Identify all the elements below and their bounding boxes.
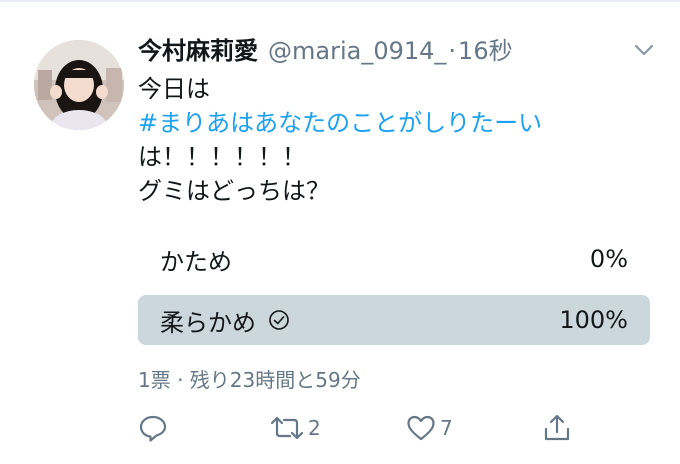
like-button[interactable]: 7 (406, 410, 453, 446)
tweet-text: 今日は #まりあはあなたのことがしりたーい は！！！！！！ グミはどっちは？ (138, 72, 542, 208)
reply-button[interactable] (138, 410, 172, 446)
poll-option-label: かため (160, 242, 232, 277)
like-count: 7 (440, 416, 453, 440)
poll-option-1[interactable]: かため 0% (138, 234, 650, 284)
heart-icon (407, 415, 435, 441)
poll-option-label: 柔らかめ (160, 303, 290, 338)
poll-option-percent: 100% (559, 306, 628, 334)
caret-down-icon (634, 44, 654, 56)
retweet-icon (270, 416, 304, 440)
tweet-card: 今村麻莉愛 @maria_0914_ · 16秒 今日は #まりあはあなたのこと… (0, 0, 680, 464)
timestamp[interactable]: 16秒 (458, 34, 513, 68)
share-button[interactable] (542, 410, 572, 446)
poll-option-2[interactable]: 柔らかめ 100% (138, 295, 650, 345)
tweet-header: 今村麻莉愛 @maria_0914_ · 16秒 (138, 34, 513, 68)
tweet-line: グミはどっちは？ (138, 177, 330, 205)
poll-option-text: 柔らかめ (160, 308, 256, 337)
divider (0, 0, 680, 2)
separator-dot: · (448, 37, 457, 65)
reply-icon (139, 415, 167, 442)
poll-meta: 1票 · 残り23時間と59分 (138, 368, 361, 392)
display-name[interactable]: 今村麻莉愛 (138, 34, 258, 68)
user-handle[interactable]: @maria_0914_ (268, 34, 446, 68)
hashtag-link[interactable]: #まりあはあなたのことがしりたーい (138, 106, 542, 140)
check-circle-icon (268, 309, 290, 331)
poll-option-percent: 0% (589, 245, 628, 273)
tweet-line: は！！！！！！ (138, 143, 306, 171)
action-bar: 2 7 (138, 410, 588, 450)
retweet-button[interactable]: 2 (270, 410, 321, 446)
more-options-button[interactable] (633, 42, 655, 58)
avatar-image (34, 40, 124, 130)
poll-option-text: かため (160, 247, 232, 276)
tweet-line: 今日は (138, 75, 210, 103)
share-icon (544, 414, 570, 441)
avatar[interactable] (34, 40, 124, 130)
retweet-count: 2 (308, 416, 321, 440)
